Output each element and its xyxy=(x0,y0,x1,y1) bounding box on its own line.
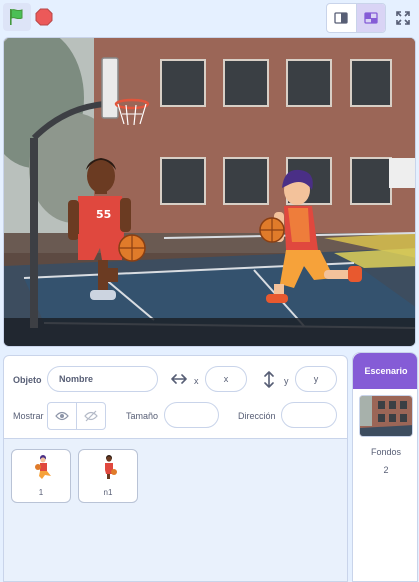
stage-target-panel: Escenario Fondos 2 xyxy=(352,352,418,582)
svg-text:55: 55 xyxy=(96,208,111,221)
sprite-name: 1 xyxy=(38,488,44,497)
hide-sprite-button[interactable] xyxy=(76,403,105,429)
y-input[interactable]: y xyxy=(295,366,337,392)
stage-scene: 55 xyxy=(4,38,415,346)
normal-stage-button[interactable] xyxy=(355,4,385,32)
sprite-thumbnail xyxy=(105,455,117,479)
backdrop-thumbnail xyxy=(360,396,412,436)
x-input[interactable]: x xyxy=(205,366,247,392)
x-arrows-icon xyxy=(171,374,187,384)
green-flag-button[interactable] xyxy=(3,3,31,31)
y-arrows-icon xyxy=(264,371,274,388)
fullscreen-button[interactable] xyxy=(389,3,417,33)
stage-header xyxy=(0,0,419,36)
visibility-toggle xyxy=(47,402,106,430)
stage-size-toggle xyxy=(326,3,386,33)
sprite-label: Objeto xyxy=(13,375,42,385)
show-label: Mostrar xyxy=(13,411,44,421)
green-flag-icon xyxy=(10,9,23,25)
fullscreen-icon xyxy=(396,11,410,25)
stop-sign-icon xyxy=(35,8,53,26)
stage-canvas[interactable]: 55 xyxy=(3,37,416,347)
stage-tab[interactable]: Escenario xyxy=(353,353,417,389)
backdrops-label: Fondos xyxy=(370,447,402,457)
direction-input[interactable] xyxy=(281,402,337,428)
small-stage-button[interactable] xyxy=(327,4,356,32)
small-stage-layout-icon xyxy=(334,12,349,24)
size-input[interactable] xyxy=(164,402,219,428)
y-label: y xyxy=(284,376,289,386)
scratch-editor: 55 Objeto Nombre x x y y Mostrar Tamaño … xyxy=(0,0,419,582)
normal-stage-layout-icon xyxy=(364,12,378,24)
sprite-tile[interactable]: n1 xyxy=(78,449,138,503)
show-sprite-button[interactable] xyxy=(48,403,76,429)
sprite-name-input[interactable]: Nombre xyxy=(47,366,158,392)
sprite-list: 1 n1 xyxy=(3,439,348,582)
eye-slash-icon xyxy=(84,410,99,422)
sprite-tile[interactable]: 1 xyxy=(11,449,71,503)
stage-thumbnail[interactable] xyxy=(359,395,413,437)
direction-label: Dirección xyxy=(238,411,276,421)
backdrops-count: 2 xyxy=(383,465,389,475)
size-label: Tamaño xyxy=(126,411,159,421)
eye-icon xyxy=(55,411,70,421)
sprite-thumbnail xyxy=(35,455,51,479)
stop-button[interactable] xyxy=(32,5,56,29)
sprite-name: n1 xyxy=(103,488,113,497)
x-label: x xyxy=(194,376,199,386)
